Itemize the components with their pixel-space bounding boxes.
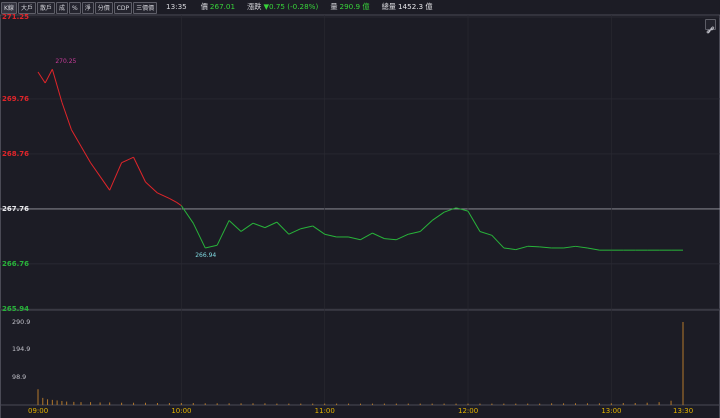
price-segment — [264, 221, 278, 229]
chart-canvas — [0, 14, 720, 418]
price-segment — [563, 245, 576, 249]
price-segment — [109, 162, 123, 191]
time-tick-label: 13:00 — [601, 407, 622, 415]
price-segment — [455, 207, 469, 212]
price-segment — [145, 181, 158, 194]
price-segment — [169, 198, 177, 203]
price-segment — [180, 205, 194, 224]
price-segment — [176, 201, 182, 207]
time-tick-label: 12:00 — [458, 407, 479, 415]
price-segment — [276, 221, 290, 235]
price-segment — [80, 145, 91, 163]
price-segment — [587, 247, 600, 251]
price-segment — [360, 232, 373, 241]
price-segment — [372, 232, 385, 240]
price-tick-label: 265.94 — [2, 305, 30, 313]
price-tick-label: 266.76 — [2, 259, 30, 268]
volume-series — [37, 322, 684, 405]
price-segment — [90, 162, 101, 177]
price-segment — [99, 176, 111, 191]
price-tick-label: 271.25 — [2, 13, 30, 21]
price-segment — [300, 225, 313, 230]
price-gridlines — [0, 16, 720, 310]
price-segment — [431, 211, 445, 221]
time-tick-label: 09:00 — [28, 407, 49, 415]
volume-tick-label: 194.9 — [12, 345, 31, 354]
time-tick-label: 10:00 — [171, 407, 192, 415]
price-tick-label: 267.76 — [2, 204, 30, 213]
price-segment — [51, 69, 63, 103]
price-segment — [527, 245, 540, 248]
price-segment — [240, 222, 254, 232]
low-annotation: 266.94 — [195, 251, 217, 259]
price-segment — [216, 220, 230, 246]
price-segment — [408, 230, 421, 235]
volume-tick-label: 290.9 — [12, 318, 31, 326]
price-segment — [192, 222, 206, 249]
price-segment — [324, 233, 337, 238]
price-segment — [228, 220, 242, 232]
high-annotation: 270.25 — [55, 58, 77, 66]
price-segment — [575, 245, 588, 249]
price-segment — [288, 228, 301, 235]
volume-tick-label: 98.9 — [12, 372, 27, 381]
price-segment — [61, 102, 72, 130]
time-gridlines — [181, 15, 612, 405]
price-segment — [44, 69, 53, 84]
price-segment — [503, 247, 516, 251]
price-tick-label: 269.76 — [2, 94, 30, 103]
price-segment — [205, 244, 218, 249]
time-tick-label: 13:30 — [673, 407, 694, 415]
price-tick-label: 268.76 — [2, 149, 30, 158]
price-segment — [384, 238, 397, 241]
price-segment — [479, 230, 493, 236]
time-tick-label: 11:00 — [314, 407, 335, 415]
price-segment — [539, 246, 552, 249]
price-segment — [37, 71, 46, 84]
price-segment — [312, 225, 325, 235]
price-segment — [491, 234, 505, 249]
price-segment — [133, 157, 146, 183]
chart-frame — [0, 14, 720, 418]
price-segment — [252, 222, 266, 229]
price-segment — [515, 245, 528, 251]
price-segment — [121, 156, 134, 164]
price-segment — [467, 210, 481, 232]
price-segment — [396, 233, 409, 241]
price-series — [37, 69, 683, 251]
price-segment — [157, 192, 170, 199]
price-segment — [71, 129, 82, 147]
price-segment — [419, 220, 433, 232]
price-segment — [443, 207, 457, 213]
price-segment — [348, 236, 361, 241]
